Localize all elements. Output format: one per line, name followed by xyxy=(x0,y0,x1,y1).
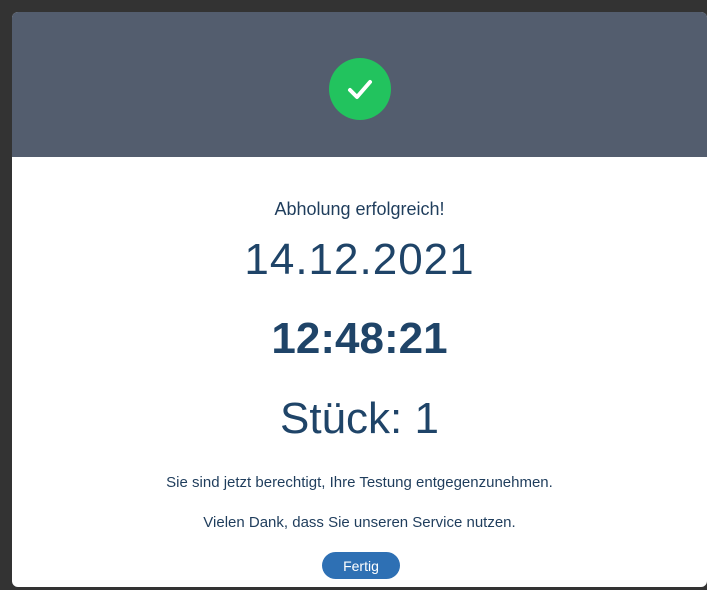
eligibility-message: Sie sind jetzt berechtigt, Ihre Testung … xyxy=(166,474,553,491)
checkmark-circle-icon xyxy=(328,57,391,120)
pickup-date: 14.12.2021 xyxy=(244,235,475,284)
thanks-message: Vielen Dank, dass Sie unseren Service nu… xyxy=(203,514,516,531)
pickup-time: 12:48:21 xyxy=(271,314,448,363)
card-header xyxy=(12,12,707,157)
pickup-count: Stück: 1 xyxy=(280,394,439,443)
confirmation-card: Abholung erfolgreich! 14.12.2021 12:48:2… xyxy=(12,12,707,587)
done-button[interactable]: Fertig xyxy=(322,552,400,579)
status-title: Abholung erfolgreich! xyxy=(274,199,445,219)
